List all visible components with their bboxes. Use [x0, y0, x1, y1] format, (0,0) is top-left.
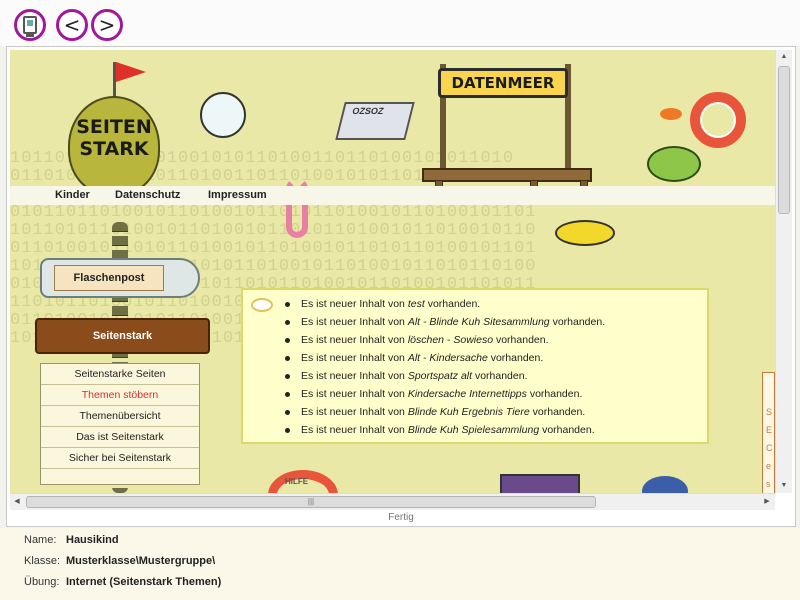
seitenstark-logo[interactable]: SEITEN STARK: [68, 96, 160, 196]
name-label: Name:: [24, 534, 57, 546]
menu-item-themenuebersicht[interactable]: Themenübersicht: [41, 406, 199, 427]
exercise-label: Übung:: [24, 576, 60, 588]
news-source-link[interactable]: Sportspatz alt: [408, 370, 472, 382]
flaschenpost-label: Flaschenpost: [54, 265, 164, 291]
class-label: Klasse:: [24, 555, 61, 567]
news-source-link[interactable]: löschen - Sowieso: [408, 334, 493, 346]
menu-item-seitenstarke-seiten[interactable]: Seitenstarke Seiten: [41, 364, 199, 385]
hilfe-lifebuoy[interactable]: HILFE: [268, 470, 338, 493]
side-menu: Seitenstarke Seiten Themen stöbern Theme…: [40, 363, 200, 485]
blue-fish-illustration: [642, 476, 688, 493]
news-item: Es ist neuer Inhalt von Alt - Kindersach…: [283, 349, 605, 367]
news-item: Es ist neuer Inhalt von test vorhanden.: [283, 295, 605, 313]
datenmeer-sign[interactable]: DATENMEER: [438, 68, 568, 98]
lifebuoy-illustration: [690, 92, 746, 148]
frog-illustration: [647, 146, 701, 182]
news-item: Es ist neuer Inhalt von Blinde Kuh Spiel…: [283, 421, 605, 439]
right-card-text: S E C e s: [766, 407, 773, 489]
forward-button[interactable]: >: [91, 9, 123, 41]
scroll-right-arrow-icon[interactable]: ▶: [760, 494, 774, 510]
scroll-up-arrow-icon[interactable]: ▲: [776, 50, 792, 64]
menu-item-themen-stoebern[interactable]: Themen stöbern: [41, 385, 199, 406]
horizontal-scroll-thumb[interactable]: |||: [26, 496, 596, 508]
orange-fish-illustration: [660, 108, 682, 120]
bottom-purple-box: [500, 474, 580, 493]
browser-frame: 1011010010111010010101101001101101001010…: [6, 46, 796, 527]
home-button[interactable]: [14, 9, 46, 41]
nav-link-datenschutz[interactable]: Datenschutz: [115, 189, 180, 201]
student-info-panel: Name: Hausikind Klasse: Musterklasse\Mus…: [0, 528, 800, 600]
news-source-link[interactable]: Alt - Blinde Kuh Sitesammlung: [408, 316, 550, 328]
menu-item-das-ist-seitenstark[interactable]: Das ist Seitenstark: [41, 427, 199, 448]
news-item: Es ist neuer Inhalt von Kindersache Inte…: [283, 385, 605, 403]
mouse-diver-illustration: [200, 92, 246, 138]
news-source-link[interactable]: test: [408, 298, 425, 310]
paper-boat-illustration: OZSOZ: [335, 102, 415, 140]
right-partial-card: S E C e s: [762, 372, 775, 493]
browser-status-text: Fertig: [7, 510, 795, 526]
hilfe-label: HILFE: [285, 477, 309, 486]
salamander-illustration: [555, 220, 615, 246]
monitor-icon: [23, 16, 37, 37]
news-source-link[interactable]: Alt - Kindersache: [408, 352, 488, 364]
paper-boat-text: OZSOZ: [351, 106, 385, 116]
vertical-scroll-thumb[interactable]: [778, 66, 790, 214]
news-list: Es ist neuer Inhalt von test vorhanden. …: [283, 295, 605, 439]
horizontal-scrollbar[interactable]: ◀ ||| ▶: [10, 493, 775, 510]
speech-bubble-icon: [251, 298, 273, 312]
news-source-link[interactable]: Blinde Kuh Ergebnis Tiere: [408, 406, 530, 418]
top-nav-bar: Kinder Datenschutz Impressum: [10, 186, 775, 205]
app-toolbar: < >: [0, 0, 800, 46]
logo-text-line1: SEITEN: [76, 116, 152, 138]
scroll-down-arrow-icon[interactable]: ▼: [776, 479, 792, 493]
red-flag-icon: [116, 62, 146, 82]
vertical-scrollbar[interactable]: ▲ ▼: [775, 50, 792, 493]
news-source-link[interactable]: Kindersache Internettipps: [408, 388, 527, 400]
web-page-viewport: 1011010010111010010101101001101101001010…: [10, 50, 775, 493]
nav-link-impressum[interactable]: Impressum: [208, 189, 267, 201]
news-item: Es ist neuer Inhalt von Blinde Kuh Ergeb…: [283, 403, 605, 421]
news-box: Es ist neuer Inhalt von test vorhanden. …: [241, 288, 709, 444]
news-source-link[interactable]: Blinde Kuh Spielesammlung: [408, 424, 539, 436]
news-item: Es ist neuer Inhalt von Alt - Blinde Kuh…: [283, 313, 605, 331]
logo-text-line2: STARK: [79, 138, 149, 160]
news-item: Es ist neuer Inhalt von löschen - Sowies…: [283, 331, 605, 349]
flaschenpost-bottle[interactable]: Flaschenpost: [40, 258, 200, 298]
scroll-left-arrow-icon[interactable]: ◀: [10, 494, 24, 510]
pier-illustration: [422, 168, 592, 182]
back-button[interactable]: <: [56, 9, 88, 41]
menu-item-sicher-bei-seitenstark[interactable]: Sicher bei Seitenstark: [41, 448, 199, 469]
nav-link-kinder[interactable]: Kinder: [55, 189, 90, 201]
news-item: Es ist neuer Inhalt von Sportspatz alt v…: [283, 367, 605, 385]
exercise-value: Internet (Seitenstark Themen): [66, 576, 222, 588]
name-value: Hausikind: [66, 534, 119, 546]
seitenstark-wood-sign[interactable]: Seitenstark: [35, 318, 210, 354]
class-value: Musterklasse\Mustergruppe\: [66, 555, 216, 567]
